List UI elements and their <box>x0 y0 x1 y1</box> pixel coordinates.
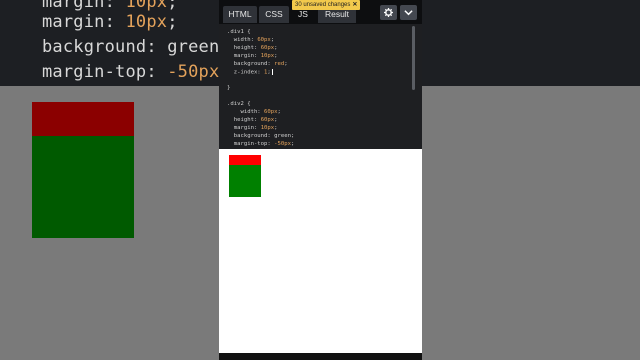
code-line: background: red; <box>227 61 288 67</box>
tab-html[interactable]: HTML <box>223 6 257 23</box>
background-code-line: background: green; <box>42 37 219 57</box>
menu-button[interactable] <box>400 5 417 20</box>
div2-green-box <box>229 165 261 197</box>
editor-tab-bar: HTML CSS JS Result 30 unsaved changes ✕ <box>219 0 422 24</box>
settings-button[interactable] <box>380 5 397 20</box>
background-code-area: margin: 10px; margin: 10px; background: … <box>0 0 219 86</box>
close-icon[interactable]: ✕ <box>352 2 357 8</box>
background-code-line: margin: 10px; <box>42 12 178 32</box>
code-line: margin-top: -50px; <box>227 141 295 147</box>
code-line: width: 60px; <box>227 37 275 43</box>
text-cursor <box>271 69 273 75</box>
code-line: .div2 { <box>227 101 251 107</box>
background-left-blur: margin: 10px; margin: 10px; background: … <box>0 0 219 360</box>
editor-scrollbar[interactable] <box>412 26 415 90</box>
css-editor[interactable]: .div1 { width: 60px; height: 60px; margi… <box>219 24 422 149</box>
unsaved-changes-badge[interactable]: 30 unsaved changes ✕ <box>292 0 361 10</box>
code-line: margin: 10px; <box>227 53 278 59</box>
result-preview <box>219 149 422 353</box>
background-code-line: margin-top: -50px; <box>42 62 219 82</box>
code-line: z-index: 1; <box>227 69 273 76</box>
chevron-down-icon <box>404 10 413 16</box>
code-line: margin: 10px; <box>227 125 278 131</box>
code-line: width: 60px; <box>227 109 281 115</box>
code-line: } <box>227 85 231 91</box>
unsaved-changes-text: 30 unsaved changes <box>295 2 351 8</box>
background-red-box <box>32 102 134 136</box>
codepen-panel: HTML CSS JS Result 30 unsaved changes✕ <box>219 0 422 360</box>
code-line: background: green; <box>227 133 295 139</box>
code-line: height: 60px; <box>227 117 278 123</box>
background-code-area <box>422 0 640 86</box>
background-right-blur <box>422 0 640 360</box>
gear-icon <box>384 8 393 17</box>
bottom-bar <box>219 353 422 360</box>
code-line: .div1 { <box>227 29 251 35</box>
code-line: height: 60px; <box>227 45 278 51</box>
background-code-line: margin: 10px; <box>42 0 178 12</box>
tab-css[interactable]: CSS <box>259 6 289 23</box>
div1-red-box <box>229 155 261 165</box>
background-green-box <box>32 136 134 238</box>
